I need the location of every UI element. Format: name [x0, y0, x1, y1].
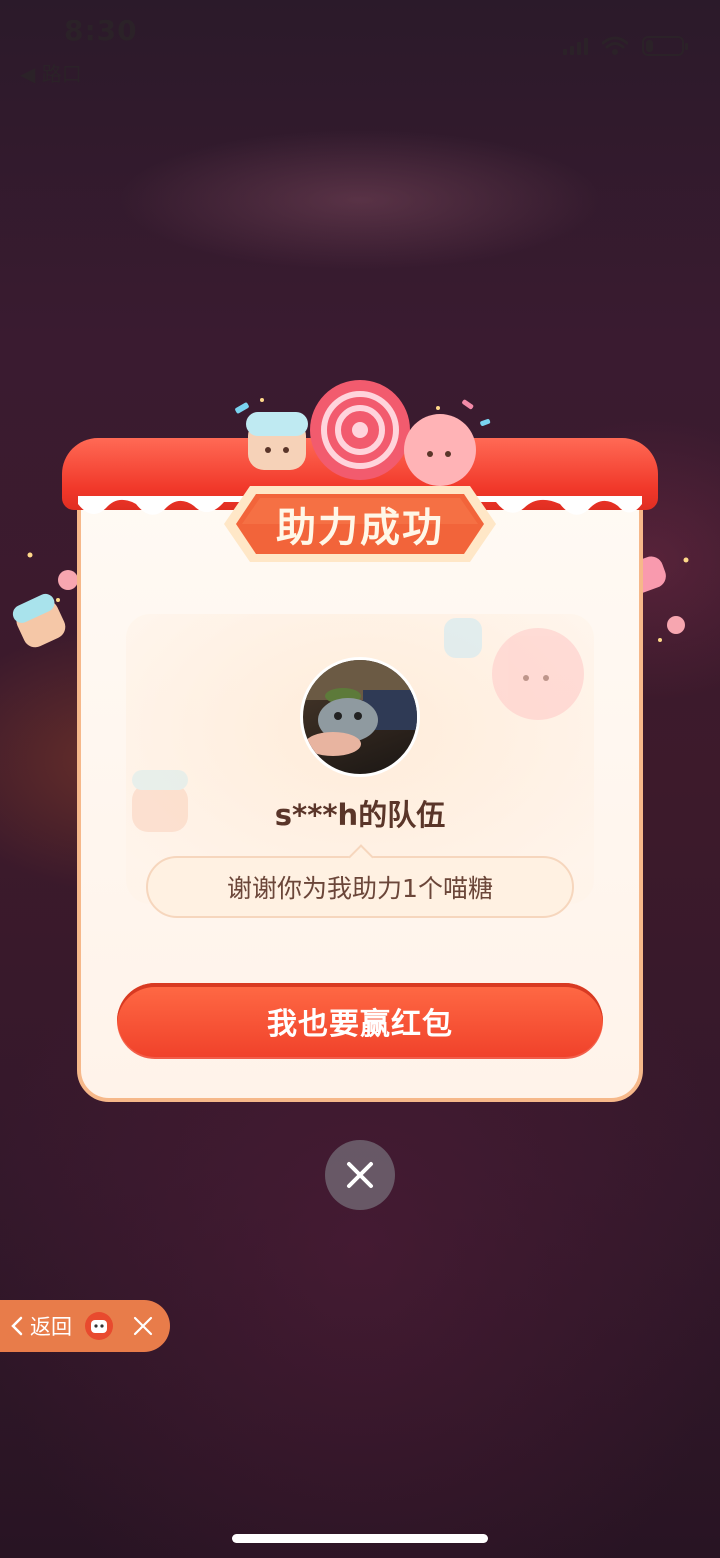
- dialog-title: 助力成功: [276, 505, 444, 551]
- return-label: 返回: [30, 1315, 72, 1339]
- chevron-left-icon: [11, 1316, 23, 1336]
- close-icon[interactable]: [132, 1315, 154, 1337]
- team-name: s***h的队伍: [274, 798, 446, 832]
- home-indicator: [232, 1534, 488, 1543]
- user-avatar: [300, 657, 420, 777]
- battery-icon: [642, 36, 688, 56]
- close-dialog-button[interactable]: [325, 1140, 395, 1210]
- peach-candy-icon: [404, 414, 476, 486]
- candy-dot-icon: [58, 570, 78, 590]
- return-pill[interactable]: 返回: [0, 1300, 170, 1352]
- ghost-candy-icon: [492, 628, 584, 720]
- wifi-icon: [602, 36, 628, 55]
- title-plaque: 助力成功: [220, 482, 500, 566]
- candy-dot-icon: [667, 616, 685, 634]
- status-icons: [563, 36, 688, 56]
- close-icon: [347, 1162, 373, 1188]
- swirl-lollipop-icon: [310, 380, 410, 480]
- cta-label: 我也要赢红包: [267, 1008, 453, 1041]
- marshmallow-left-icon: [12, 593, 66, 648]
- marshmallow-icon: [246, 412, 308, 470]
- back-to-app-link[interactable]: ◀ 路口: [20, 58, 82, 87]
- thanks-message-bubble: 谢谢你为我助力1个喵糖: [146, 856, 574, 918]
- thanks-message: 谢谢你为我助力1个喵糖: [227, 874, 493, 903]
- status-time: 8:30: [64, 14, 138, 47]
- app-mascot-icon: [85, 1312, 113, 1340]
- candy-cluster: [246, 380, 476, 486]
- cellular-signal-icon: [563, 37, 588, 55]
- win-red-packet-button[interactable]: 我也要赢红包: [117, 983, 603, 1059]
